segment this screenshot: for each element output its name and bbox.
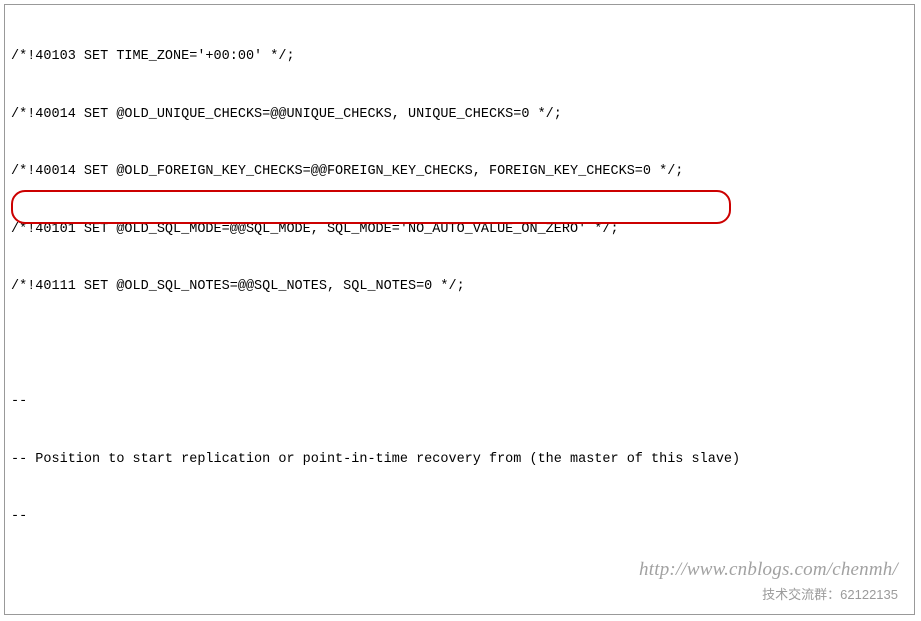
sql-line: /*!40103 SET TIME_ZONE='+00:00' */; (11, 47, 908, 66)
code-frame: /*!40103 SET TIME_ZONE='+00:00' */; /*!4… (4, 4, 915, 615)
sql-line: -- Position to start replication or poin… (11, 450, 908, 469)
sql-line: /*!40101 SET @OLD_SQL_MODE=@@SQL_MODE, S… (11, 220, 908, 239)
sql-line: /*!40111 SET @OLD_SQL_NOTES=@@SQL_NOTES,… (11, 277, 908, 296)
sql-line (11, 335, 908, 354)
sql-line: /*!40014 SET @OLD_FOREIGN_KEY_CHECKS=@@F… (11, 162, 908, 181)
sql-line: -- (11, 507, 908, 526)
sql-line: -- (11, 392, 908, 411)
sql-line: /*!40014 SET @OLD_UNIQUE_CHECKS=@@UNIQUE… (11, 105, 908, 124)
sql-line (11, 565, 908, 584)
sql-dump-content: /*!40103 SET TIME_ZONE='+00:00' */; /*!4… (5, 5, 914, 615)
